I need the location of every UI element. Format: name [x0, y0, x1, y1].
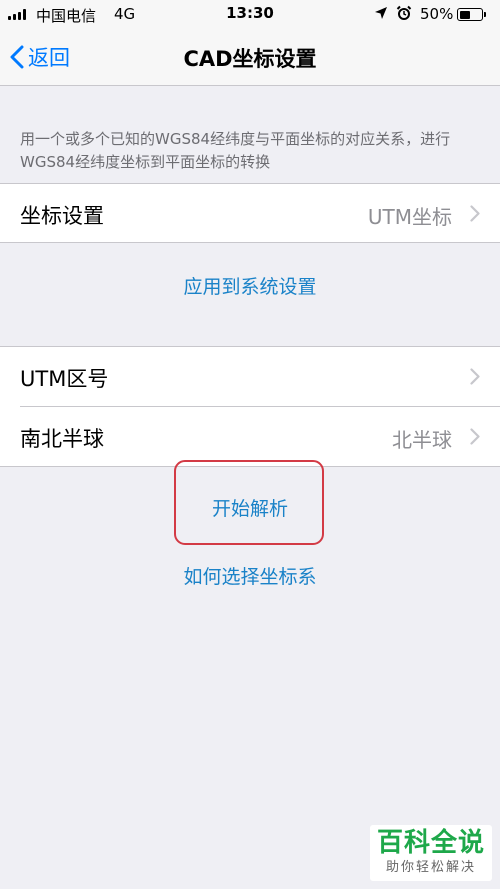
start-parse-button[interactable]: 开始解析: [0, 494, 500, 521]
utm-zone-label: UTM区号: [20, 367, 109, 391]
battery-icon: [457, 8, 483, 21]
hemisphere-label: 南北半球: [20, 427, 104, 451]
page-title: CAD坐标设置: [183, 47, 317, 71]
watermark-logo: 百科全说 助你轻松解决: [370, 825, 492, 881]
battery-tip: [484, 12, 486, 17]
watermark-subtitle: 助你轻松解决: [385, 860, 476, 875]
battery-percent: 50%: [420, 5, 454, 23]
status-bar: 中国电信 4G 13:30 50%: [0, 0, 500, 28]
coord-setting-value: UTM坐标: [367, 205, 452, 229]
apply-to-system-button[interactable]: 应用到系统设置: [0, 272, 500, 299]
chevron-right-icon: [470, 205, 480, 226]
navigation-bar: 返回 CAD坐标设置: [0, 28, 500, 86]
utm-zone-cell[interactable]: UTM区号: [0, 347, 500, 405]
chevron-right-icon: [470, 428, 480, 449]
battery-fill: [459, 10, 470, 19]
hemisphere-value: 北半球: [392, 428, 452, 452]
section-description: 用一个或多个已知的WGS84经纬度与平面坐标的对应关系，进行WGS84经纬度坐标…: [20, 130, 451, 171]
coord-setting-group: 坐标设置 UTM坐标: [0, 183, 500, 243]
hemisphere-cell[interactable]: 南北半球 北半球: [0, 407, 500, 465]
alarm-clock-icon: [396, 5, 412, 25]
location-arrow-icon: [374, 6, 388, 24]
coord-setting-cell[interactable]: 坐标设置 UTM坐标: [0, 184, 500, 242]
coord-setting-label: 坐标设置: [20, 204, 104, 228]
watermark-title: 百科全说: [376, 828, 485, 858]
utm-group: UTM区号 南北半球 北半球: [0, 346, 500, 467]
chevron-right-icon: [470, 368, 480, 389]
how-to-choose-link[interactable]: 如何选择坐标系: [0, 562, 500, 589]
